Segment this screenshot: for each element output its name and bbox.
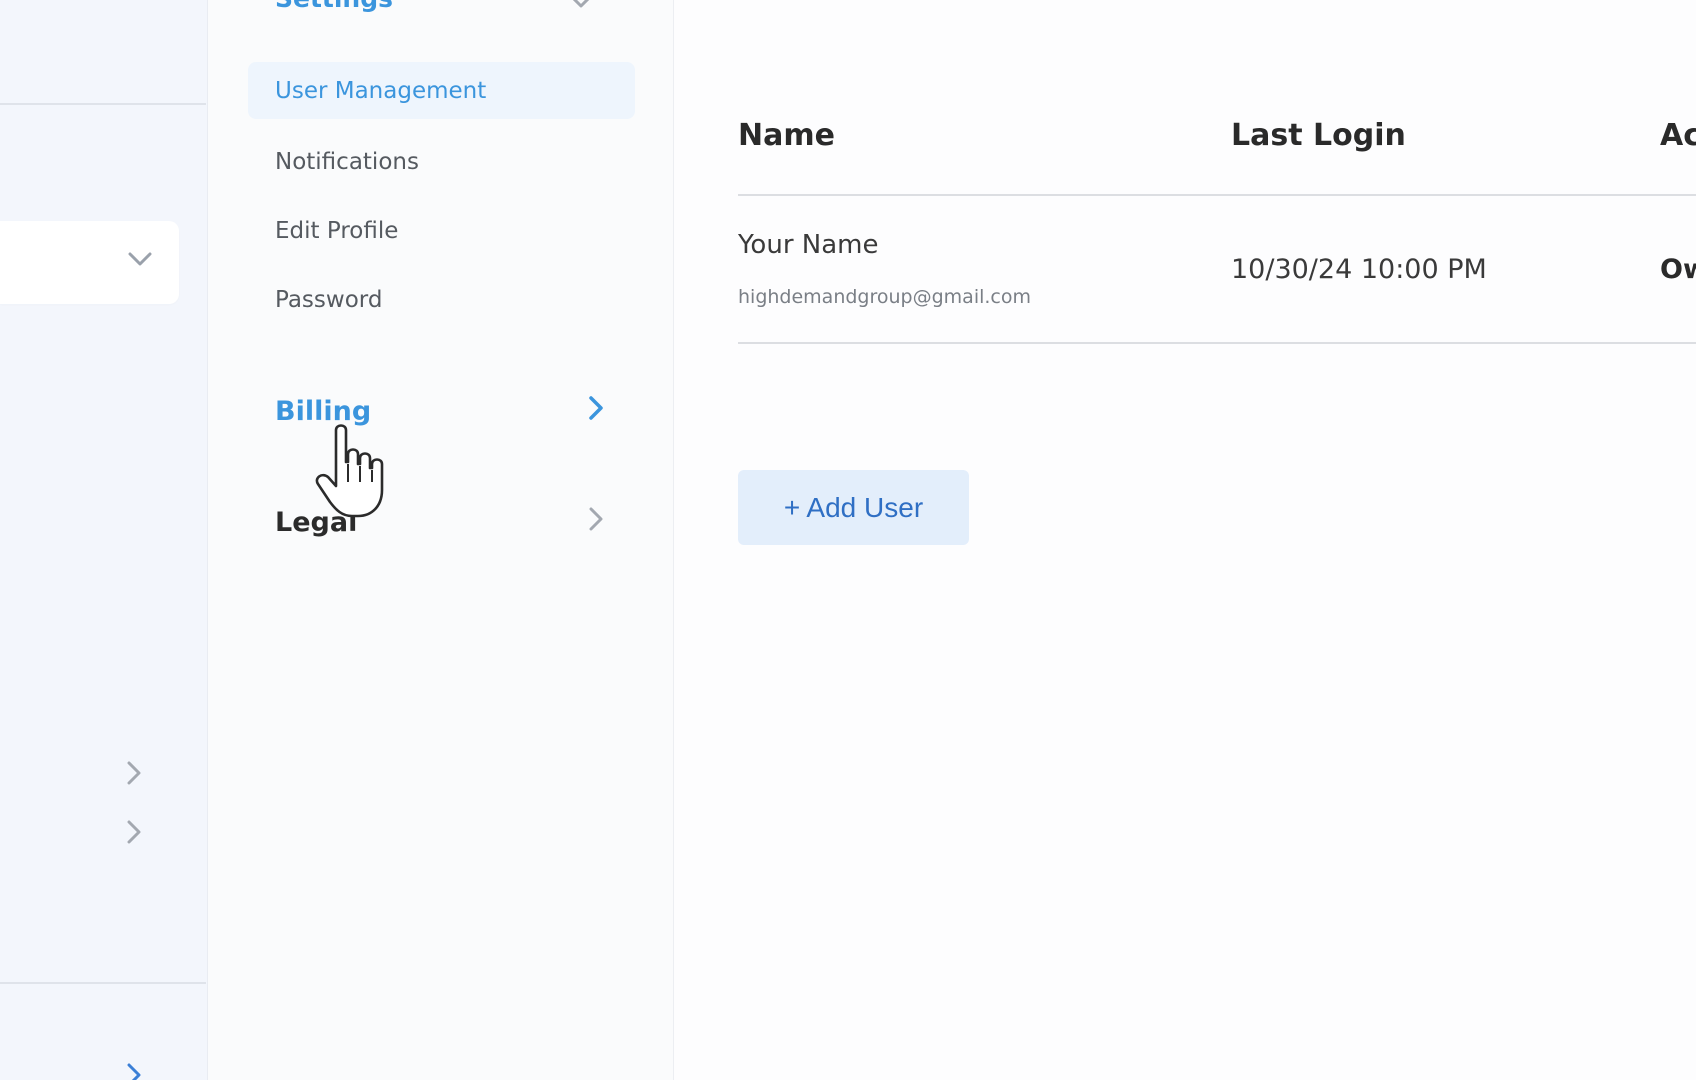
chevron-right-icon[interactable] [126, 760, 142, 790]
settings-item-label: Edit Profile [275, 217, 399, 244]
add-user-button[interactable]: + Add User [738, 470, 969, 545]
workspace-dropdown[interactable] [0, 221, 179, 304]
settings-item-notifications[interactable]: Notifications [248, 133, 635, 190]
user-last-login: 10/30/24 10:00 PM [1231, 254, 1487, 285]
hand-pointer-cursor-icon [314, 420, 394, 520]
sidebar-divider [0, 982, 206, 984]
settings-item-user-management[interactable]: User Management [248, 62, 635, 119]
settings-item-label: User Management [275, 77, 487, 104]
column-header-last-login[interactable]: Last Login [1231, 118, 1406, 153]
chevron-down-icon [127, 251, 153, 271]
column-header-access[interactable]: Ac [1660, 118, 1696, 153]
user-name: Your Name [738, 230, 879, 260]
settings-item-label: Notifications [275, 148, 419, 175]
user-email: highdemandgroup@gmail.com [738, 286, 1031, 308]
chevron-right-icon [587, 505, 605, 540]
user-access-level: Ow [1660, 254, 1696, 285]
settings-item-edit-profile[interactable]: Edit Profile [248, 202, 635, 259]
settings-section-header[interactable]: Settings [275, 0, 393, 13]
table-divider [738, 342, 1696, 344]
sidebar-divider [0, 103, 206, 105]
main-sidebar [0, 0, 208, 1080]
table-divider [738, 194, 1696, 196]
chevron-right-icon[interactable] [126, 819, 142, 849]
user-management-panel: Name Last Login Ac Your Name highdemandg… [675, 0, 1696, 1080]
settings-item-label: Password [275, 286, 383, 313]
chevron-down-icon[interactable] [570, 0, 592, 13]
app-window: Settings User Management Notifications E… [0, 0, 1696, 1080]
chevron-right-icon[interactable] [126, 1062, 142, 1080]
settings-sidebar: Settings User Management Notifications E… [208, 0, 674, 1080]
settings-item-password[interactable]: Password [248, 271, 635, 328]
column-header-name[interactable]: Name [738, 118, 835, 153]
chevron-right-icon [587, 394, 605, 429]
